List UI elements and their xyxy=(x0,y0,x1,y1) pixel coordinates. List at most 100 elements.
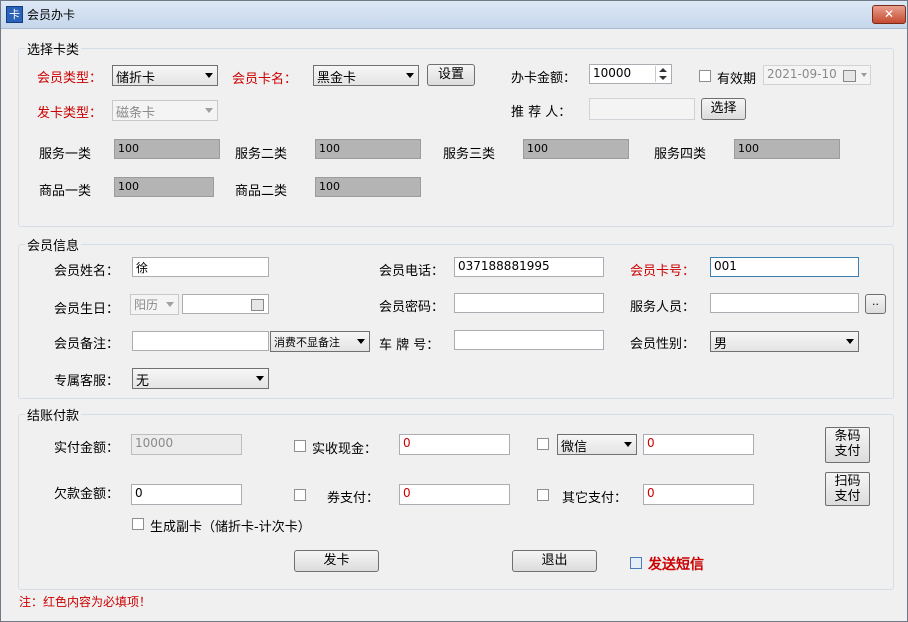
staff-picker-button[interactable]: .. xyxy=(865,294,886,314)
scan-pay-label-1: 扫码 xyxy=(834,474,861,489)
spinner-icon[interactable] xyxy=(655,66,670,82)
card-name-value: 黑金卡 xyxy=(317,71,357,86)
birthday-label: 会员生日： xyxy=(54,302,120,317)
chevron-down-icon xyxy=(205,108,213,113)
member-type-label: 会员类型： xyxy=(37,71,103,86)
pay-method-select[interactable]: 微信 xyxy=(557,434,637,455)
issue-card-button[interactable]: 发卡 xyxy=(294,550,379,572)
service-rep-select[interactable]: 无 xyxy=(132,368,269,389)
other-pay-input[interactable]: 0 xyxy=(643,484,754,505)
member-card-window: 卡 会员办卡 ✕ 选择卡类 会员类型： 储折卡 会员卡名： 黑金卡 设置 办卡金… xyxy=(0,0,908,622)
member-info-legend: 会员信息 xyxy=(27,239,80,254)
send-sms-label: 发送短信 xyxy=(648,557,704,573)
plate-input[interactable] xyxy=(454,330,604,350)
issue-type-value: 磁条卡 xyxy=(116,106,156,121)
remark-option-select[interactable]: 消费不显备注 xyxy=(270,331,370,352)
chevron-down-icon xyxy=(861,73,867,77)
service-2-value: 100 xyxy=(315,139,421,159)
validity-checkbox[interactable] xyxy=(699,70,711,82)
staff-input[interactable] xyxy=(710,293,859,313)
other-pay-checkbox[interactable] xyxy=(537,489,549,501)
gender-label: 会员性别： xyxy=(630,337,696,352)
wechat-checkbox[interactable] xyxy=(537,438,549,450)
coupon-checkbox[interactable] xyxy=(294,489,306,501)
password-input[interactable] xyxy=(454,293,604,313)
service-1-value: 100 xyxy=(114,139,220,159)
cash-checkbox[interactable] xyxy=(294,440,306,452)
payment-legend: 结账付款 xyxy=(27,409,80,424)
validity-date-value: 2021-09-10 xyxy=(767,67,837,81)
issue-type-label: 发卡类型： xyxy=(37,106,103,121)
calendar-icon xyxy=(251,299,264,311)
service-4-value: 100 xyxy=(734,139,840,159)
goods-1-value: 100 xyxy=(114,177,214,197)
remark-label: 会员备注： xyxy=(54,337,120,352)
member-type-select[interactable]: 储折卡 xyxy=(112,65,218,86)
card-name-select[interactable]: 黑金卡 xyxy=(313,65,419,86)
plate-label: 车 牌 号： xyxy=(379,338,440,353)
service-rep-label: 专属客服： xyxy=(54,374,120,389)
exit-button[interactable]: 退出 xyxy=(512,550,597,572)
chevron-down-icon xyxy=(166,302,174,307)
member-type-value: 储折卡 xyxy=(116,71,156,86)
calendar-type-select[interactable]: 阳历 xyxy=(130,294,179,315)
other-pay-label: 其它支付： xyxy=(562,491,628,506)
coupon-input[interactable]: 0 xyxy=(399,484,510,505)
member-phone-label: 会员电话： xyxy=(379,264,445,279)
barcode-pay-label-1: 条码 xyxy=(834,429,861,444)
birthday-date-input[interactable] xyxy=(182,294,269,314)
member-phone-input[interactable]: 037188881995 xyxy=(454,257,604,277)
card-name-label: 会员卡名： xyxy=(232,72,298,87)
password-label: 会员密码： xyxy=(379,300,445,315)
member-card-no-input[interactable]: 001 xyxy=(710,257,859,277)
app-icon: 卡 xyxy=(6,6,23,23)
member-name-input[interactable]: 徐 xyxy=(132,257,269,277)
staff-label: 服务人员： xyxy=(630,300,696,315)
goods-1-label: 商品一类 xyxy=(39,184,92,199)
cash-label: 实收现金： xyxy=(312,442,378,457)
settings-button[interactable]: 设置 xyxy=(427,64,475,86)
scan-pay-button[interactable]: 扫码 支付 xyxy=(825,472,870,506)
chevron-down-icon xyxy=(624,442,632,447)
goods-2-value: 100 xyxy=(315,177,421,197)
debt-label: 欠款金额： xyxy=(54,487,120,502)
service-rep-value: 无 xyxy=(136,374,150,389)
close-button[interactable]: ✕ xyxy=(872,5,906,24)
chevron-down-icon xyxy=(205,73,213,78)
chevron-down-icon xyxy=(406,73,414,78)
card-type-legend: 选择卡类 xyxy=(27,43,80,58)
service-1-label: 服务一类 xyxy=(39,147,92,162)
referrer-input[interactable] xyxy=(589,98,695,120)
paid-amount-label: 实付金额： xyxy=(54,441,120,456)
select-referrer-button[interactable]: 选择 xyxy=(701,98,746,120)
validity-date-input[interactable]: 2021-09-10 xyxy=(763,65,871,85)
chevron-down-icon xyxy=(256,376,264,381)
required-note: 注：红色内容为必填项！ xyxy=(19,595,152,609)
gender-value: 男 xyxy=(714,337,728,352)
cash-input[interactable]: 0 xyxy=(399,434,510,455)
member-name-label: 会员姓名： xyxy=(54,264,120,279)
chevron-down-icon xyxy=(357,339,365,344)
gender-select[interactable]: 男 xyxy=(710,331,859,352)
barcode-pay-button[interactable]: 条码 支付 xyxy=(825,427,870,463)
send-sms-checkbox[interactable] xyxy=(630,557,642,569)
calendar-type-value: 阳历 xyxy=(134,298,159,312)
remark-input[interactable] xyxy=(132,331,269,351)
member-card-no-label: 会员卡号： xyxy=(630,264,696,279)
paid-amount-input[interactable]: 10000 xyxy=(131,434,242,455)
amount-input[interactable]: 10000 xyxy=(589,64,672,84)
calendar-icon xyxy=(843,70,856,82)
issue-type-select[interactable]: 磁条卡 xyxy=(112,100,218,121)
service-2-label: 服务二类 xyxy=(235,147,288,162)
service-4-label: 服务四类 xyxy=(654,147,707,162)
amount-label: 办卡金额： xyxy=(511,71,577,86)
wechat-input[interactable]: 0 xyxy=(643,434,754,455)
goods-2-label: 商品二类 xyxy=(235,184,288,199)
pay-method-value: 微信 xyxy=(561,440,588,455)
barcode-pay-label-2: 支付 xyxy=(834,444,861,459)
title-bar[interactable]: 卡 会员办卡 ✕ xyxy=(1,1,907,29)
debt-input[interactable]: 0 xyxy=(131,484,242,505)
amount-value: 10000 xyxy=(593,66,632,80)
referrer-label: 推 荐 人： xyxy=(511,105,572,120)
sub-card-checkbox[interactable] xyxy=(132,518,144,530)
